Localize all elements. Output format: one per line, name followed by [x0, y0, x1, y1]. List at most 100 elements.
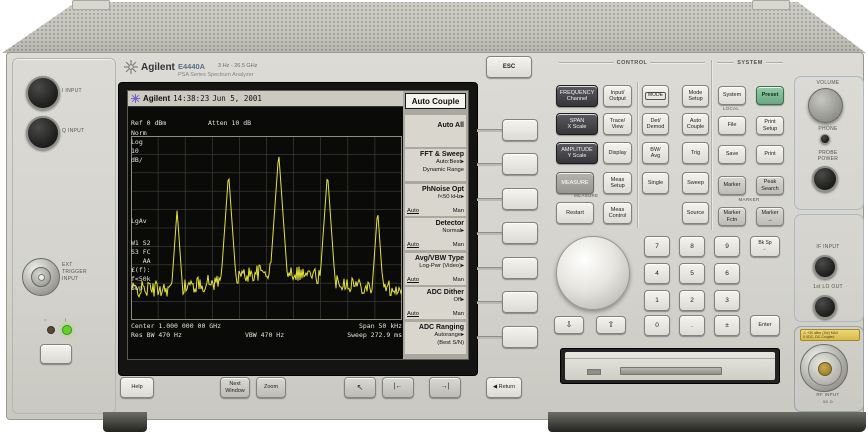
meas-setup-key[interactable]: Meas Setup: [603, 172, 632, 194]
amplitude-yscale-key[interactable]: AMPLITUDE Y Scale: [556, 142, 598, 164]
local-label: LOCAL: [716, 106, 746, 111]
frequency-channel-key[interactable]: FREQUENCY Channel: [556, 85, 598, 107]
softkey-button-6[interactable]: [502, 291, 538, 313]
bw-avg-key[interactable]: BW/ Avg: [642, 142, 669, 164]
softkey-button-2[interactable]: [502, 153, 538, 175]
softkey-6-title: ADC Dither: [407, 288, 464, 297]
softkey-button-3[interactable]: [502, 188, 538, 210]
softkey-button-1[interactable]: [502, 119, 538, 141]
marker-key[interactable]: Marker: [718, 176, 746, 195]
help-key[interactable]: Help: [120, 377, 154, 398]
softkey-connector-line: [477, 163, 502, 166]
softkey-7-title: ADC Ranging: [407, 323, 464, 332]
standby-led: [47, 326, 55, 334]
print-key[interactable]: Print: [756, 145, 784, 164]
save-key[interactable]: Save: [718, 145, 746, 164]
enter-key[interactable]: Enter: [750, 315, 780, 336]
softkey-button-7[interactable]: [502, 326, 538, 348]
rf-input-connector: [800, 344, 848, 392]
display-key[interactable]: Display: [603, 142, 632, 164]
digit-7-key[interactable]: 7: [644, 236, 670, 257]
scale-annotations: Norm Log 10 dB/: [131, 129, 147, 165]
lcd-screen: Agilent 14:38:23 Jun 5, 2001 Ref 0 dBm A…: [127, 90, 469, 360]
restart-key[interactable]: Restart: [556, 202, 594, 224]
model-number: E4440A: [178, 62, 205, 71]
trace-state-annotations: W1 S2 S3 FC AA £(f): f<50k Swp: [131, 239, 151, 293]
span-xscale-key[interactable]: SPAN X Scale: [556, 113, 598, 135]
trace-view-key[interactable]: Trace/ View: [603, 113, 632, 135]
meas-control-key[interactable]: Meas Control: [603, 202, 632, 224]
digit-5-key[interactable]: 5: [679, 263, 705, 284]
digit-3-key[interactable]: 3: [714, 290, 740, 311]
pointer-key[interactable]: ↖: [344, 377, 376, 398]
tab-left-key[interactable]: |←: [382, 377, 414, 398]
mode-key[interactable]: MODE: [642, 85, 669, 107]
power-button[interactable]: [40, 344, 72, 364]
source-key[interactable]: Source: [682, 202, 709, 224]
single-key[interactable]: Single: [642, 172, 669, 194]
softkey-3-auto: Auto: [407, 208, 419, 216]
digit-2-key[interactable]: 2: [679, 290, 705, 311]
system-key[interactable]: System: [718, 86, 746, 105]
next-window-key[interactable]: Next Window: [220, 377, 250, 398]
softkey-5-man: Man: [453, 277, 464, 285]
power-led: [62, 325, 72, 335]
left-foot: [103, 412, 147, 432]
volume-label: VOLUME: [796, 80, 860, 86]
softkey-1-title: Auto All: [407, 121, 464, 130]
q-input-label: Q INPUT: [62, 128, 84, 134]
measure-key[interactable]: MEASURE: [556, 172, 594, 194]
plus-minus-key[interactable]: ±: [714, 315, 740, 336]
screen-brand: Agilent: [143, 94, 170, 103]
softkey-label-2: FFT & Sweep Auto:Best▸ Dynamic Range: [405, 149, 466, 181]
atten-annotation: Atten 10 dB: [208, 119, 251, 128]
backspace-key[interactable]: Bk Sp ←: [750, 236, 780, 257]
input-output-key[interactable]: Input/ Output: [603, 85, 632, 107]
return-key[interactable]: ◀ Return: [486, 377, 522, 398]
zoom-key[interactable]: Zoom: [256, 377, 286, 398]
volume-knob[interactable]: [808, 88, 843, 123]
softkey-4-title: Detector: [407, 219, 464, 228]
digit-8-key[interactable]: 8: [679, 236, 705, 257]
digit-4-key[interactable]: 4: [644, 263, 670, 284]
softkey-connector-line: [477, 301, 502, 304]
rpg-knob[interactable]: [556, 236, 630, 310]
screen-date: Jun 5, 2001: [212, 94, 262, 103]
marker-arrow-key[interactable]: Marker →: [756, 207, 784, 226]
step-up-key[interactable]: ⇧: [596, 316, 626, 334]
softkey-7-value: Autorange▸: [407, 332, 464, 340]
sweep-readout: Sweep 272.9 ms: [347, 331, 402, 340]
ext-trigger-label: EXT TRIGGER INPUT: [62, 262, 87, 283]
softkey-button-5[interactable]: [502, 257, 538, 279]
cover-latch-left: [72, 0, 110, 10]
softkey-4-value: Normal▸: [407, 228, 464, 236]
phone-jack: [820, 134, 830, 144]
floppy-eject-button[interactable]: [587, 369, 601, 375]
decimal-point-key[interactable]: .: [679, 315, 705, 336]
preset-key[interactable]: Preset: [756, 86, 784, 105]
peak-search-key[interactable]: Peak Search: [756, 176, 784, 195]
print-setup-key[interactable]: Print Setup: [756, 116, 784, 135]
digit-0-key[interactable]: 0: [644, 315, 670, 336]
sweep-key[interactable]: Sweep: [682, 172, 709, 194]
marker-fctn-key[interactable]: Marker Fctn: [718, 207, 746, 226]
rbw-readout: Res BW 470 Hz: [131, 331, 182, 340]
digit-6-key[interactable]: 6: [714, 263, 740, 284]
brand-logo: Agilent: [141, 62, 175, 73]
floppy-drive-face: [565, 352, 775, 380]
softkey-button-4[interactable]: [502, 222, 538, 244]
phone-label: PHONE: [796, 126, 860, 132]
tab-right-key[interactable]: →|: [429, 377, 461, 398]
det-demod-key[interactable]: Det/ Demod: [642, 113, 669, 135]
q-input-connector: [26, 116, 60, 150]
softkey-label-6: ADC Dither Off▸ AutoMan: [405, 287, 466, 319]
step-down-key[interactable]: ⇩: [554, 316, 584, 334]
auto-couple-key[interactable]: Auto Couple: [682, 113, 709, 135]
digit-1-key[interactable]: 1: [644, 290, 670, 311]
digit-9-key[interactable]: 9: [714, 236, 740, 257]
mode-setup-key[interactable]: Mode Setup: [682, 85, 709, 107]
marker-bracket-label: MARKER: [716, 197, 782, 202]
file-key[interactable]: File: [718, 116, 746, 135]
trig-key[interactable]: Trig: [682, 142, 709, 164]
esc-key[interactable]: ESC: [486, 56, 532, 78]
